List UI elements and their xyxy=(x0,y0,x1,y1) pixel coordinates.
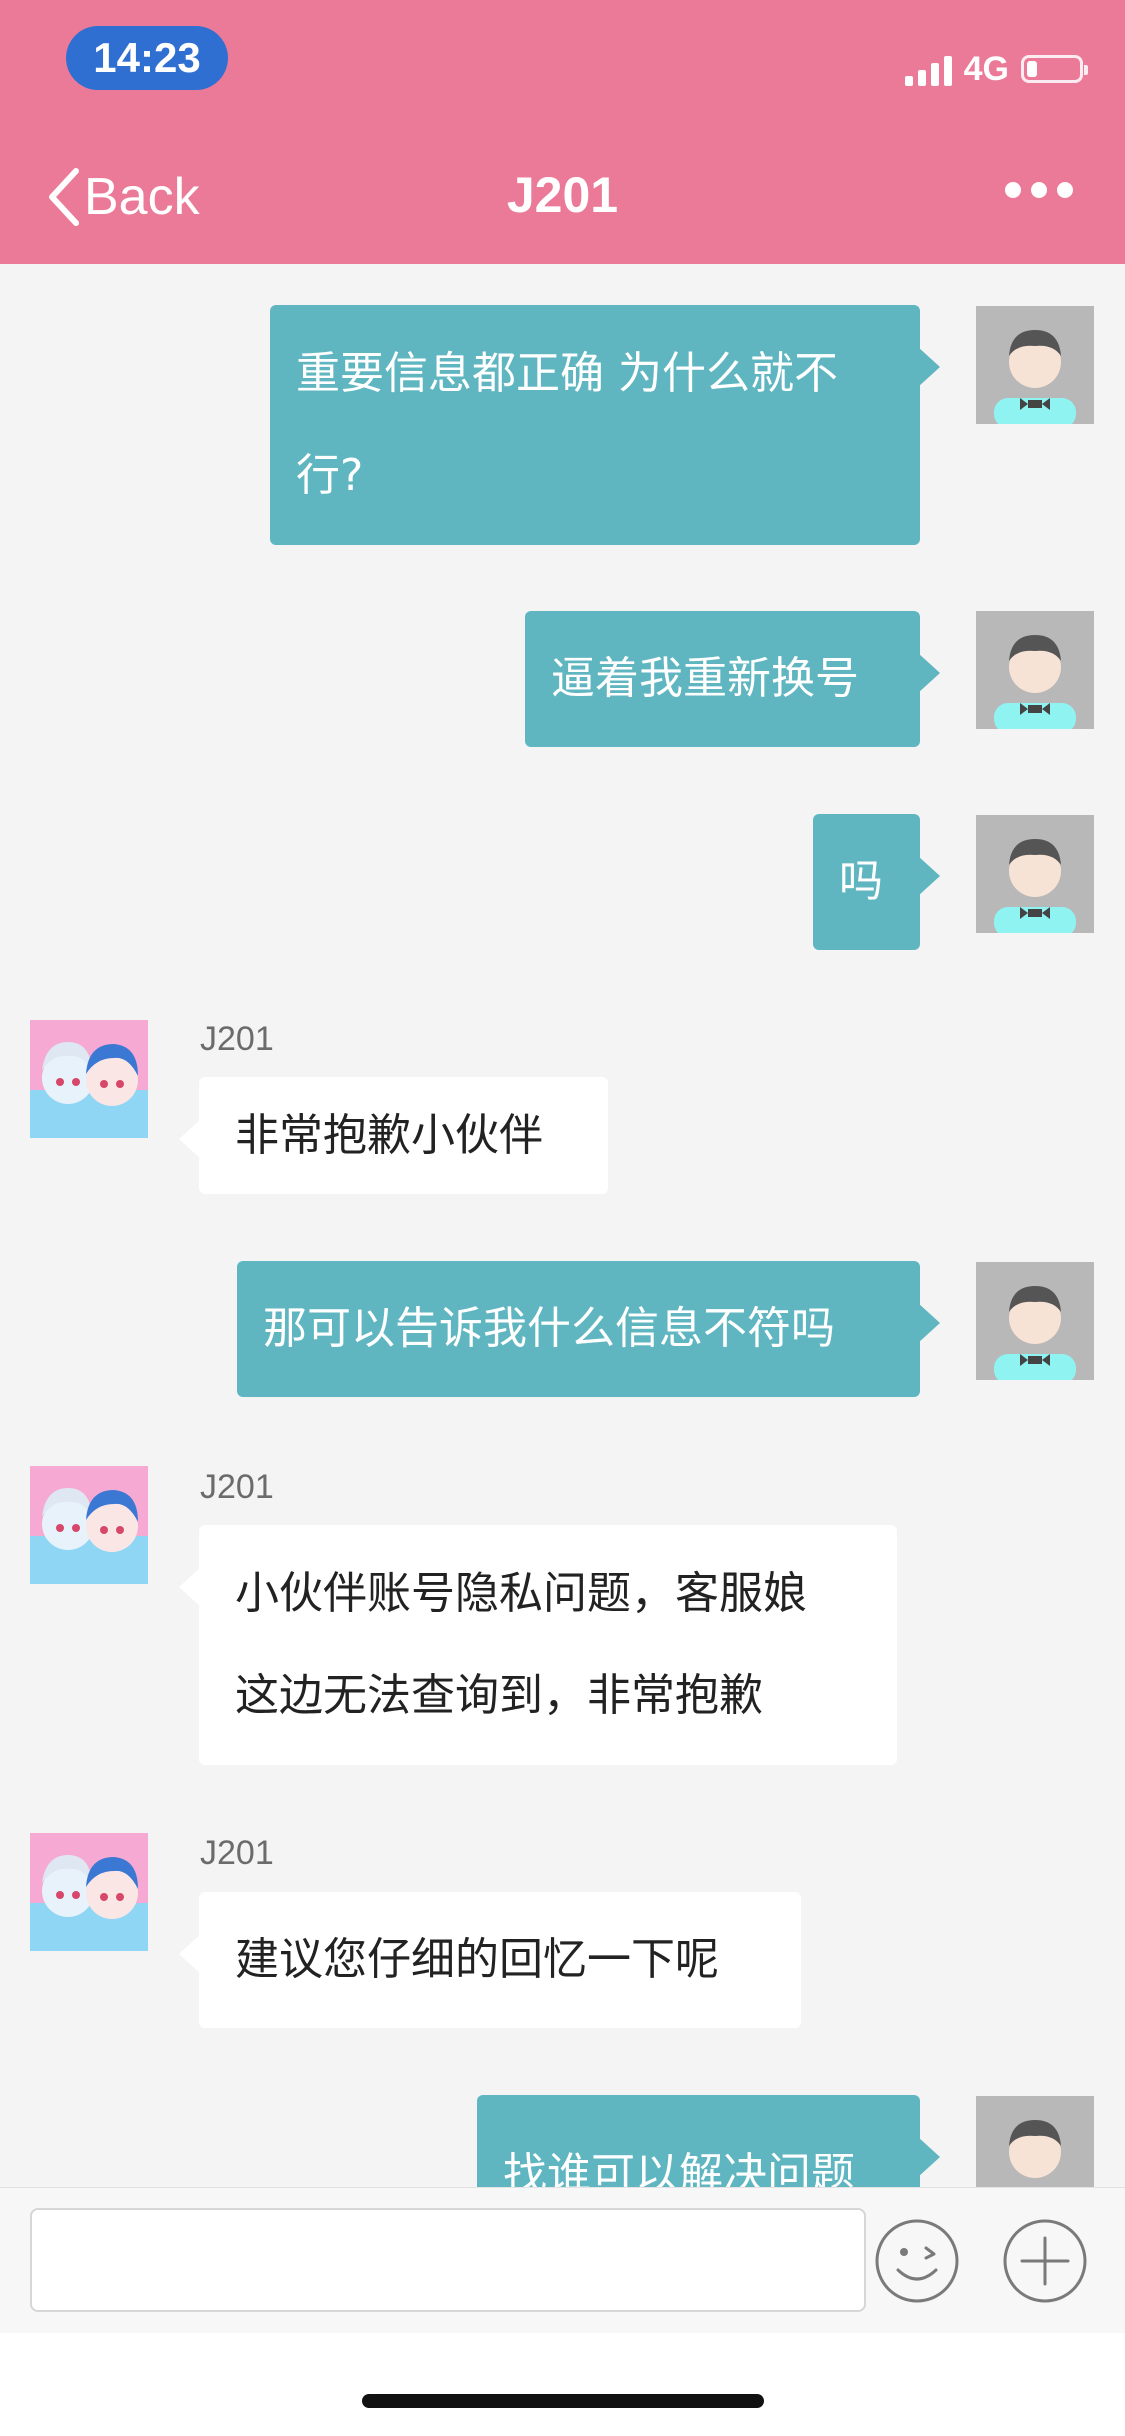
chat-area[interactable]: 重要信息都正确 为什么就不 行? 逼着我重新换号 吗 J201 非常抱歉小伙伴 … xyxy=(0,264,1125,2187)
message-line: 行? xyxy=(296,450,364,501)
incoming-message[interactable]: 小伙伴账号隐私问题，客服娘 这边无法查询到，非常抱歉 xyxy=(179,1525,897,1765)
message-text: 逼着我重新换号 xyxy=(551,653,859,704)
agent-avatar-icon[interactable] xyxy=(30,1833,148,1951)
message-line: 重要信息都正确 为什么就不 xyxy=(296,348,838,399)
outgoing-message[interactable]: 重要信息都正确 为什么就不 行? xyxy=(270,305,940,545)
battery-icon xyxy=(1021,55,1088,83)
outgoing-message[interactable]: 那可以告诉我什么信息不符吗 xyxy=(237,1261,940,1397)
more-dots-icon[interactable] xyxy=(1005,182,1073,198)
sender-name: J201 xyxy=(200,1468,274,1506)
incoming-message[interactable]: 非常抱歉小伙伴 xyxy=(179,1077,608,1194)
home-indicator[interactable] xyxy=(362,2394,764,2408)
input-bar xyxy=(0,2187,1125,2334)
message-text: 建议您仔细的回忆一下呢 xyxy=(235,1934,719,1985)
add-icon[interactable] xyxy=(1002,2218,1088,2304)
user-avatar-icon[interactable] xyxy=(976,1262,1094,1380)
agent-avatar-icon[interactable] xyxy=(30,1466,148,1584)
message-input[interactable] xyxy=(30,2208,866,2312)
message-text: 非常抱歉小伙伴 xyxy=(235,1110,543,1161)
user-avatar-icon[interactable] xyxy=(976,611,1094,729)
network-type: 4G xyxy=(963,49,1009,88)
sender-name: J201 xyxy=(200,1020,274,1058)
message-line: 这边无法查询到，非常抱歉 xyxy=(235,1670,763,1721)
safe-area xyxy=(0,2333,1125,2436)
user-avatar-icon[interactable] xyxy=(976,306,1094,424)
user-avatar-icon[interactable] xyxy=(976,2096,1094,2187)
outgoing-message[interactable]: 吗 xyxy=(813,814,940,950)
user-avatar-icon[interactable] xyxy=(976,815,1094,933)
emoji-icon[interactable] xyxy=(874,2218,960,2304)
status-indicators: 4G xyxy=(904,44,1088,94)
message-text: 找谁可以解决问题 xyxy=(503,2149,855,2187)
signal-icon xyxy=(904,52,952,86)
message-text: 那可以告诉我什么信息不符吗 xyxy=(263,1303,835,1354)
message-line: 小伙伴账号隐私问题，客服娘 xyxy=(235,1568,807,1619)
sender-name: J201 xyxy=(200,1834,274,1872)
agent-avatar-icon[interactable] xyxy=(30,1020,148,1138)
incoming-message[interactable]: 建议您仔细的回忆一下呢 xyxy=(179,1892,801,2028)
outgoing-message[interactable]: 找谁可以解决问题 xyxy=(477,2095,940,2187)
nav-header: 14:23 4G Back J201 xyxy=(0,0,1125,264)
message-text: 吗 xyxy=(839,856,883,907)
status-time: 14:23 xyxy=(66,26,228,90)
page-title: J201 xyxy=(506,167,619,223)
outgoing-message[interactable]: 逼着我重新换号 xyxy=(525,611,940,747)
